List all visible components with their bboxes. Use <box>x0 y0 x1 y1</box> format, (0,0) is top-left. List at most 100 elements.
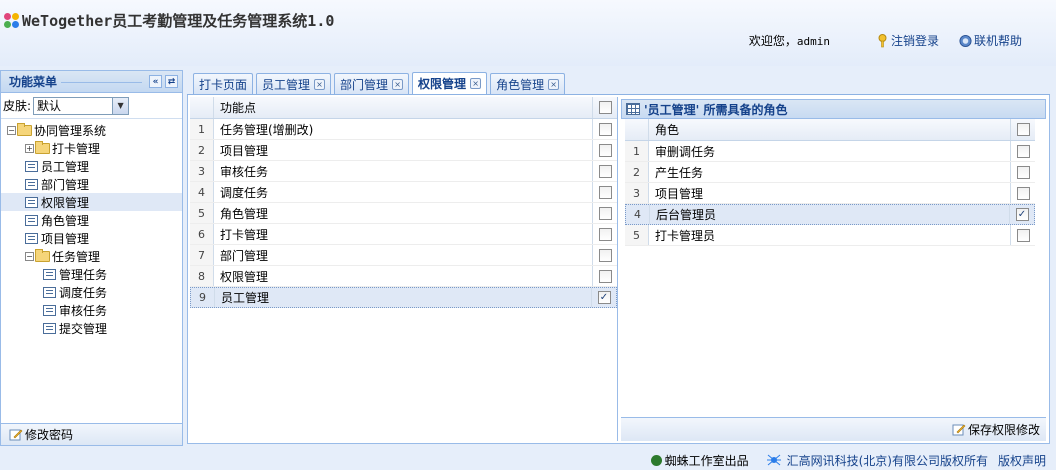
close-icon[interactable]: × <box>392 78 404 90</box>
table-row[interactable]: 2 项目管理 <box>190 140 617 161</box>
tree-node[interactable]: − 任务管理 <box>1 247 182 265</box>
company-logo-icon <box>766 454 781 466</box>
table-row[interactable]: 4 后台管理员 ✓ <box>625 204 1035 225</box>
tree-node[interactable]: 项目管理 <box>1 229 182 247</box>
tab-label: 角色管理 <box>496 77 545 92</box>
tree-node[interactable]: − 协同管理系统 <box>1 121 182 139</box>
row-number: 1 <box>190 119 214 139</box>
tree-node-label: 提交管理 <box>59 321 108 336</box>
table-row[interactable]: 1 任务管理(增删改) <box>190 119 617 140</box>
save-permissions-button[interactable]: 保存权限修改 <box>952 421 1040 438</box>
sidebar-title: 功能菜单 <box>9 75 58 89</box>
tree-node[interactable]: 审核任务 <box>1 301 182 319</box>
tab[interactable]: 部门管理 × <box>334 73 410 94</box>
row-checkbox[interactable] <box>1016 144 1030 158</box>
header-links: 欢迎您，admin 注销登录 联机帮助 <box>749 32 1022 49</box>
collapse-icon[interactable]: − <box>7 125 16 135</box>
tree-node[interactable]: 部门管理 <box>1 175 182 193</box>
row-checkbox[interactable] <box>598 143 612 157</box>
tree-node[interactable]: 调度任务 <box>1 283 182 301</box>
tab-content: 功能点 1 任务管理(增删改) 2 项目管理 3 审核任务 4 调度任务 5 角色管理 6 打卡管理 7… <box>187 95 1050 444</box>
tab[interactable]: 打卡页面 <box>193 73 254 94</box>
checkbox-cell <box>1011 225 1035 245</box>
table-row[interactable]: 2 产生任务 <box>625 162 1035 183</box>
row-name: 员工管理 <box>215 288 592 307</box>
skin-value: 默认 <box>37 99 62 113</box>
expand-icon[interactable]: + <box>25 143 34 153</box>
tree-node-label: 项目管理 <box>41 231 90 246</box>
close-icon[interactable]: × <box>548 78 560 90</box>
function-grid-body: 1 任务管理(增删改) 2 项目管理 3 审核任务 4 调度任务 5 角色管理 6 打卡管理 7 部门管理… <box>190 119 617 308</box>
tab[interactable]: 员工管理 × <box>256 73 332 94</box>
function-grid-header: 功能点 <box>190 97 617 119</box>
row-checkbox[interactable] <box>598 269 612 283</box>
row-checkbox[interactable]: ✓ <box>1015 208 1029 221</box>
table-row[interactable]: 5 角色管理 <box>190 203 617 224</box>
row-checkbox[interactable] <box>598 185 612 199</box>
close-icon[interactable]: × <box>314 78 326 90</box>
tree-node[interactable]: 员工管理 <box>1 157 182 175</box>
company-link[interactable]: 汇高网讯科技(北京)有限公司版权所有 <box>787 452 988 469</box>
select-all-function-checkbox[interactable] <box>598 101 612 114</box>
table-row[interactable]: 6 打卡管理 <box>190 224 617 245</box>
checkbox-cell <box>593 203 617 223</box>
row-number: 4 <box>190 182 214 202</box>
tab[interactable]: 角色管理 × <box>490 73 566 94</box>
tree-node-label: 部门管理 <box>41 177 90 192</box>
close-icon[interactable]: × <box>470 78 482 89</box>
row-number: 1 <box>625 141 649 161</box>
tree-node[interactable]: 角色管理 <box>1 211 182 229</box>
collapse-sidebar-button[interactable]: « <box>149 75 162 88</box>
checkbox-cell <box>1011 183 1035 203</box>
role-grid: 角色 1 审删调任务 2 产生任务 3 项目管理 4 后台管理员 ✓ 5 打卡管理员 <box>625 119 1035 246</box>
tree-node[interactable]: + 打卡管理 <box>1 139 182 157</box>
select-all-role-checkbox[interactable] <box>1016 123 1030 136</box>
row-number: 2 <box>625 162 649 182</box>
row-checkbox[interactable] <box>598 227 612 241</box>
row-number: 3 <box>190 161 214 181</box>
collapse-icon[interactable]: − <box>25 251 34 261</box>
row-checkbox[interactable] <box>598 164 612 178</box>
tab[interactable]: 权限管理 × <box>412 72 488 94</box>
row-checkbox[interactable] <box>1016 228 1030 242</box>
row-name: 权限管理 <box>214 266 593 286</box>
help-link[interactable]: 联机帮助 <box>959 32 1022 49</box>
checkbox-cell <box>593 245 617 265</box>
tree-node[interactable]: 管理任务 <box>1 265 182 283</box>
tree-node-label: 调度任务 <box>59 285 108 300</box>
row-checkbox[interactable] <box>598 248 612 262</box>
skin-select[interactable]: 默认 ▼ <box>33 96 130 115</box>
tree-node-label: 管理任务 <box>59 267 108 282</box>
checkbox-cell <box>1011 162 1035 182</box>
username: admin <box>796 35 830 48</box>
skin-label: 皮肤: <box>3 99 32 113</box>
row-checkbox[interactable] <box>598 206 612 220</box>
table-row[interactable]: 9 员工管理 ✓ <box>190 287 617 308</box>
row-checkbox[interactable] <box>1016 165 1030 179</box>
checkbox-cell <box>593 119 617 139</box>
table-row[interactable]: 5 打卡管理员 <box>625 225 1035 246</box>
table-row[interactable]: 4 调度任务 <box>190 182 617 203</box>
checkbox-cell: ✓ <box>1010 205 1034 224</box>
role-panel-title: '员工管理' 所需具备的角色 <box>644 102 788 117</box>
logout-link[interactable]: 注销登录 <box>876 32 939 49</box>
copyright-link[interactable]: 版权声明 <box>998 452 1046 469</box>
change-password-button[interactable]: 修改密码 <box>1 423 182 445</box>
save-permissions-label: 保存权限修改 <box>967 423 1040 437</box>
row-checkbox[interactable] <box>1016 186 1030 200</box>
table-row[interactable]: 3 审核任务 <box>190 161 617 182</box>
tree-node[interactable]: 权限管理 <box>1 193 182 211</box>
table-row[interactable]: 3 项目管理 <box>625 183 1035 204</box>
row-checkbox[interactable] <box>598 122 612 136</box>
refresh-sidebar-button[interactable]: ⇄ <box>165 75 178 88</box>
save-icon <box>952 424 966 436</box>
page-icon <box>25 160 38 172</box>
table-row[interactable]: 8 权限管理 <box>190 266 617 287</box>
table-row[interactable]: 1 审删调任务 <box>625 141 1035 162</box>
checkbox-cell <box>593 140 617 160</box>
page-icon <box>25 178 38 190</box>
table-row[interactable]: 7 部门管理 <box>190 245 617 266</box>
row-checkbox[interactable]: ✓ <box>597 291 611 304</box>
tree-node[interactable]: 提交管理 <box>1 319 182 337</box>
folder-icon <box>35 140 50 154</box>
